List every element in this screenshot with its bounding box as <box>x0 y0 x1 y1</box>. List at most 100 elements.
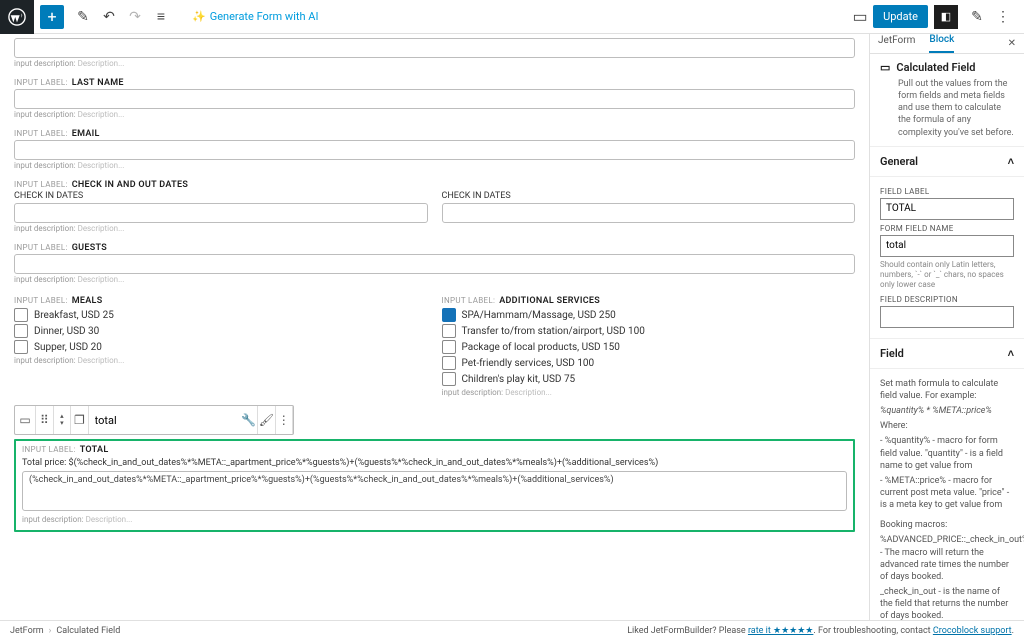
support-link[interactable]: Crocoblock support <box>933 626 1012 636</box>
label-prefix: INPUT LABEL: <box>14 296 68 305</box>
total-label[interactable]: TOTAL <box>80 445 109 455</box>
desc-prefix: input description: <box>14 356 76 365</box>
edit-mode-icon[interactable]: ✎ <box>70 4 96 30</box>
service-option[interactable]: Transfer to/from station/airport, USD 10… <box>442 324 856 338</box>
service-option[interactable]: SPA/Hammam/Massage, USD 250 <box>442 308 856 322</box>
checkbox-checked-icon[interactable] <box>442 308 456 322</box>
desc-placeholder[interactable]: Description... <box>505 388 552 397</box>
checkin-input[interactable] <box>14 203 428 223</box>
checkbox-icon[interactable] <box>442 324 456 338</box>
tab-jetform[interactable]: JetForm <box>878 35 915 52</box>
selected-block-total[interactable]: INPUT LABEL:TOTAL Total price: $(%check_… <box>14 439 855 532</box>
desc-prefix: input description: <box>14 110 76 119</box>
text-input[interactable] <box>14 38 855 58</box>
form-field-name-input[interactable] <box>880 235 1014 257</box>
checkbox-icon[interactable] <box>14 308 28 322</box>
wrench-icon[interactable]: 🔧 <box>241 406 258 434</box>
service-option[interactable]: Package of local products, USD 150 <box>442 340 856 354</box>
move-arrows[interactable]: ▴▾ <box>54 406 71 434</box>
jet-icon[interactable]: ✎ <box>964 4 990 30</box>
service-option[interactable]: Pet-friendly services, USD 100 <box>442 356 856 370</box>
meal-option-label: Breakfast, USD 25 <box>34 310 114 321</box>
brush-icon[interactable]: 🖌 <box>258 406 275 434</box>
checkbox-icon[interactable] <box>14 340 28 354</box>
guests-input[interactable] <box>14 254 855 274</box>
copy-icon[interactable]: ❐ <box>71 406 88 434</box>
breadcrumb-root[interactable]: JetForm <box>10 626 44 636</box>
panel-general[interactable]: General ˄ <box>870 147 1024 177</box>
booking1: %ADVANCED_PRICE::_check_in_out% - The ma… <box>880 534 1014 583</box>
lastname-input[interactable] <box>14 89 855 109</box>
form-field-name-lbl: FORM FIELD NAME <box>880 224 1014 233</box>
editor-footer: JetForm › Calculated Field Liked JetForm… <box>0 620 1024 640</box>
preview-icon[interactable]: ▭ <box>847 4 873 30</box>
editor-canvas: input description: Description... INPUT … <box>0 34 869 620</box>
email-input[interactable] <box>14 140 855 160</box>
checkbox-icon[interactable] <box>442 340 456 354</box>
panel-field[interactable]: Field ˄ <box>870 339 1024 369</box>
desc-prefix: input description: <box>22 515 84 524</box>
booking2: _check_in_out - is the name of the field… <box>880 586 1014 620</box>
dates-label[interactable]: CHECK IN AND OUT DATES <box>72 180 188 190</box>
list-view-icon[interactable]: ≡ <box>148 4 174 30</box>
checkout-input[interactable] <box>442 203 856 223</box>
service-option[interactable]: Children's play kit, USD 75 <box>442 372 856 386</box>
where2: - %META::price% - macro for current post… <box>880 475 1014 511</box>
tab-block[interactable]: Block <box>929 34 954 53</box>
more-options-icon[interactable]: ⋮ <box>990 4 1016 30</box>
checkbox-icon[interactable] <box>442 372 456 386</box>
lastname-label[interactable]: LAST NAME <box>72 78 124 88</box>
desc-placeholder[interactable]: Description... <box>78 224 125 233</box>
meal-option-label: Supper, USD 20 <box>34 342 102 353</box>
meal-option[interactable]: Dinner, USD 30 <box>14 324 428 338</box>
block-type-icon[interactable]: ▭ <box>15 406 36 434</box>
desc-placeholder[interactable]: Description... <box>78 59 125 68</box>
guests-label[interactable]: GUESTS <box>72 243 107 253</box>
more-icon[interactable]: ⋮ <box>276 406 293 434</box>
service-option-label: Pet-friendly services, USD 100 <box>462 358 595 369</box>
meals-label[interactable]: MEALS <box>72 296 103 306</box>
sparkle-icon: ✨ <box>192 10 206 23</box>
block-description: Pull out the values from the form fields… <box>880 78 1014 139</box>
services-label[interactable]: ADDITIONAL SERVICES <box>499 296 600 306</box>
panel-general-body: FIELD LABEL FORM FIELD NAME Should conta… <box>870 177 1024 339</box>
desc-placeholder[interactable]: Description... <box>78 161 125 170</box>
service-option-label: Package of local products, USD 150 <box>462 342 620 353</box>
field-label-input[interactable] <box>880 198 1014 220</box>
desc-placeholder[interactable]: Description... <box>86 515 133 524</box>
meal-option-label: Dinner, USD 30 <box>34 326 99 337</box>
field-description-input[interactable] <box>880 306 1014 328</box>
field-description-lbl: FIELD DESCRIPTION <box>880 295 1014 304</box>
checkbox-icon[interactable] <box>442 356 456 370</box>
meal-option[interactable]: Breakfast, USD 25 <box>14 308 428 322</box>
label-prefix: INPUT LABEL: <box>14 129 68 138</box>
meal-option[interactable]: Supper, USD 20 <box>14 340 428 354</box>
redo-icon[interactable]: ↷ <box>122 4 148 30</box>
block-name-input[interactable] <box>89 406 241 434</box>
checkin-col-label: CHECK IN DATES <box>14 191 428 201</box>
close-sidebar-icon[interactable]: ✕ <box>1008 38 1016 49</box>
update-button[interactable]: Update <box>873 5 928 28</box>
chevron-up-icon: ˄ <box>1008 347 1014 360</box>
desc-placeholder[interactable]: Description... <box>78 356 125 365</box>
field-label-lbl: FIELD LABEL <box>880 187 1014 196</box>
formula-textarea[interactable]: (%check_in_and_out_dates%*%META::_apartm… <box>22 471 847 511</box>
add-block-button[interactable]: + <box>40 5 64 29</box>
desc-placeholder[interactable]: Description... <box>78 275 125 284</box>
checkbox-icon[interactable] <box>14 324 28 338</box>
email-label[interactable]: EMAIL <box>72 129 100 139</box>
calculated-field-icon: ▭ <box>880 61 890 74</box>
settings-panel-toggle[interactable]: ◧ <box>934 5 958 29</box>
footer-msg3: . <box>1012 626 1014 636</box>
field-block: input description: Description... <box>14 38 855 68</box>
top-toolbar: + ✎ ↶ ↷ ≡ ✨ Generate Form with AI ▭ Upda… <box>0 0 1024 34</box>
undo-icon[interactable]: ↶ <box>96 4 122 30</box>
generate-form-ai-link[interactable]: ✨ Generate Form with AI <box>192 10 318 23</box>
desc-placeholder[interactable]: Description... <box>78 110 125 119</box>
drag-handle-icon[interactable]: ⠿ <box>36 406 53 434</box>
breadcrumb-current[interactable]: Calculated Field <box>56 626 120 636</box>
wordpress-logo-icon[interactable] <box>0 0 34 34</box>
label-prefix: INPUT LABEL: <box>22 445 76 454</box>
rate-link[interactable]: rate it ★★★★★ <box>748 626 813 636</box>
ai-link-label: Generate Form with AI <box>210 10 319 23</box>
